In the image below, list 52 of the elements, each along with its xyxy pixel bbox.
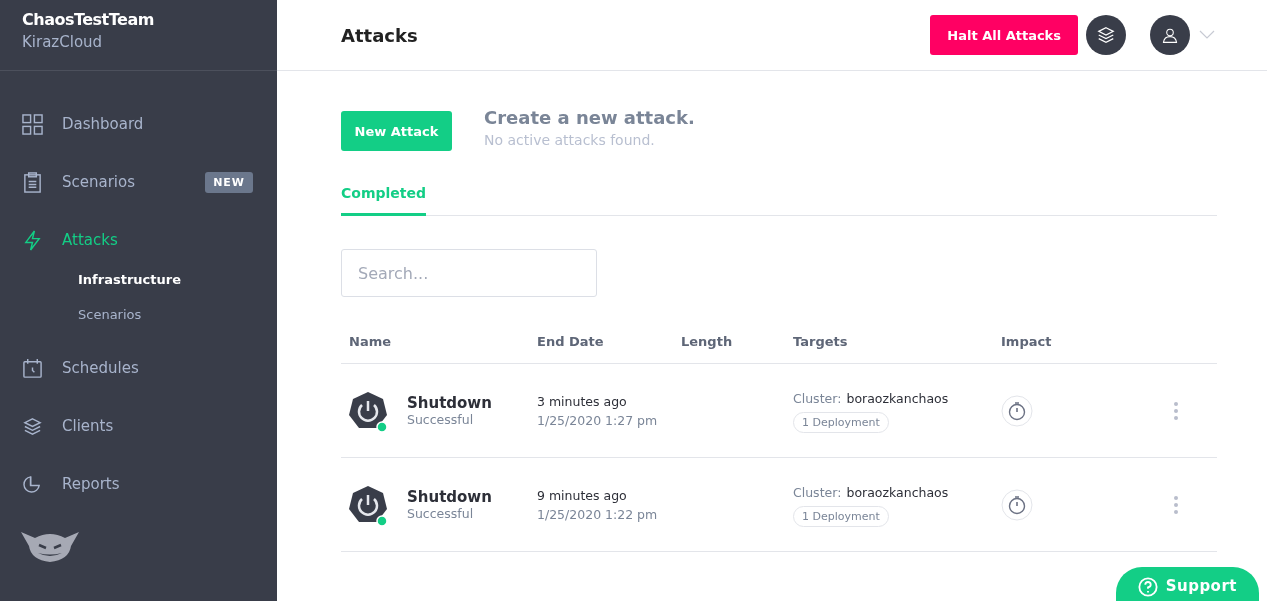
relative-time: 9 minutes ago	[537, 487, 628, 503]
layers-icon	[1096, 25, 1116, 45]
empty-message: No active attacks found.	[484, 132, 656, 148]
sidebar-item[interactable]: Reports	[0, 455, 277, 513]
help-icon	[1137, 577, 1158, 597]
sidebar-item[interactable]: Schedules	[0, 339, 277, 397]
relative-time: 3 minutes ago	[537, 393, 628, 409]
power-icon	[347, 483, 389, 526]
cluster-name: boraozkanchaos	[846, 391, 949, 406]
attack-name: Shutdown	[407, 488, 492, 506]
halt-all-attacks-button[interactable]: Halt All Attacks	[930, 15, 1078, 55]
stopwatch-icon	[1001, 394, 1033, 427]
attack-name: Shutdown	[407, 394, 492, 412]
more-options-icon[interactable]	[1173, 400, 1179, 421]
end-date: 1/25/2020 1:27 pm	[537, 412, 659, 428]
team-name: ChaosTestTeam	[22, 10, 155, 29]
attack-status: Successful	[407, 412, 475, 427]
search-field[interactable]: Search...	[341, 249, 597, 297]
create-heading: Create a new attack.	[484, 107, 695, 128]
power-icon	[347, 389, 389, 432]
sidebar-item[interactable]: Dashboard	[0, 95, 277, 153]
user-avatar-button[interactable]	[1150, 15, 1190, 55]
sidebar-item[interactable]: Attacks	[0, 211, 277, 269]
attack-status: Successful	[407, 506, 475, 521]
organization-name: KirazCloud	[22, 33, 104, 51]
sidebar-subitem[interactable]: Infrastructure	[0, 269, 277, 304]
pie-chart-icon	[22, 473, 43, 495]
column-header: Impact	[1000, 334, 1053, 349]
calendar-icon	[22, 357, 43, 379]
lightning-icon	[22, 229, 43, 251]
user-icon	[1161, 26, 1179, 44]
sidebar-item[interactable]: Scenarios NEW	[0, 153, 277, 211]
sidebar-subitem[interactable]: Scenarios	[0, 304, 277, 339]
goblin-logo-icon	[21, 529, 79, 563]
grid-icon	[22, 113, 43, 135]
clipboard-icon	[22, 171, 43, 193]
column-header: End Date	[536, 334, 605, 349]
sidebar-item[interactable]: Clients	[0, 397, 277, 455]
cluster-label: Cluster:	[793, 391, 842, 406]
cluster-name: boraozkanchaos	[846, 485, 949, 500]
new-badge: NEW	[205, 171, 253, 193]
column-header: Targets	[792, 334, 849, 349]
more-options-icon[interactable]	[1173, 494, 1179, 515]
cluster-label: Cluster:	[793, 485, 842, 500]
page-title: Attacks	[341, 24, 419, 46]
end-date: 1/25/2020 1:22 pm	[537, 506, 659, 522]
layers-icon	[22, 415, 43, 437]
column-header: Length	[680, 334, 734, 349]
column-header: Name	[348, 334, 392, 349]
chevron-down-icon[interactable]	[1199, 30, 1215, 40]
stopwatch-icon	[1001, 488, 1033, 521]
layers-button[interactable]	[1086, 15, 1126, 55]
